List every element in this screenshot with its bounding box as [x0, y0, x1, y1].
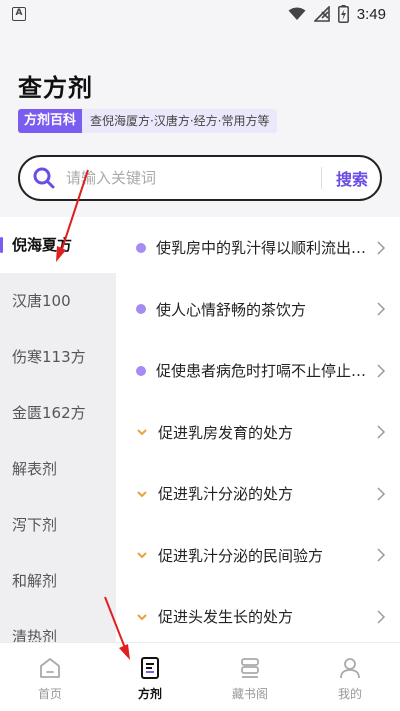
- sidebar-item-xiexia[interactable]: 泻下剂: [0, 497, 116, 553]
- wifi-icon: [288, 7, 306, 20]
- list-item[interactable]: 促使患者病危时打嗝不止停止的处方: [116, 340, 400, 402]
- content-area: 倪海夏方 汉唐100 伤寒113方 金匮162方 解表剂 泻下剂 和解剂 清热剂…: [0, 217, 400, 642]
- bookshelf-icon: [241, 658, 259, 678]
- list-item[interactable]: 促进头发生长的处方: [116, 586, 400, 642]
- list-item[interactable]: 促进乳房发育的处方: [116, 402, 400, 464]
- tab-home[interactable]: 首页: [0, 643, 100, 711]
- tagline-badge: 方剂百科: [18, 109, 83, 133]
- sidebar-item-jingui-162[interactable]: 金匮162方: [0, 385, 116, 441]
- chevron-right-icon: [377, 241, 386, 255]
- chevron-right-icon: [377, 425, 386, 439]
- list-item[interactable]: 促进乳汁分泌的处方: [116, 463, 400, 525]
- chevron-down-marker-icon: [137, 491, 147, 498]
- notification-icon: A: [12, 7, 26, 21]
- category-sidebar[interactable]: 倪海夏方 汉唐100 伤寒113方 金匮162方 解表剂 泻下剂 和解剂 清热剂: [0, 217, 116, 642]
- list-item-label: 促进乳汁分泌的民间验方: [158, 546, 324, 565]
- chevron-right-icon: [377, 364, 386, 378]
- list-item-label: 使人心情舒畅的茶饮方: [156, 300, 307, 319]
- dot-marker-icon: [136, 304, 146, 315]
- status-time: 3:49: [356, 5, 386, 23]
- chevron-right-icon: [377, 548, 386, 562]
- tab-home-label: 首页: [37, 687, 62, 701]
- sidebar-item-ni-haixia[interactable]: 倪海夏方: [0, 217, 116, 273]
- list-item-label: 促进乳汁分泌的处方: [158, 485, 294, 504]
- tab-profile-label: 我的: [337, 687, 362, 701]
- tab-profile[interactable]: 我的: [300, 643, 400, 711]
- search-button[interactable]: 搜索: [336, 166, 368, 190]
- chevron-down-marker-icon: [137, 614, 147, 621]
- list-item[interactable]: 使人心情舒畅的茶饮方: [116, 279, 400, 341]
- search-divider: [320, 167, 322, 189]
- list-item-label: 促使患者病危时打嗝不止停止的处方: [156, 362, 370, 381]
- prescription-list: 使乳房中的乳汁得以顺利流出的处方 使人心情舒畅的茶饮方 促使患者病危时打嗝不止停…: [116, 217, 400, 642]
- tab-prescriptions[interactable]: 方剂: [100, 643, 200, 711]
- search-bar[interactable]: 搜索: [18, 155, 382, 201]
- tab-library-label: 藏书阁: [231, 687, 268, 701]
- sidebar-item-hantang-100[interactable]: 汉唐100: [0, 273, 116, 329]
- battery-charging-icon: [337, 5, 349, 23]
- page-title: 查方剂: [18, 74, 93, 102]
- status-bar: A 3:49: [0, 0, 400, 28]
- sidebar-item-shanghan-113[interactable]: 伤寒113方: [0, 329, 116, 385]
- list-item-label: 使乳房中的乳汁得以顺利流出的处方: [156, 239, 370, 258]
- tab-library[interactable]: 藏书阁: [200, 643, 300, 711]
- tagline: 方剂百科 查倪海厦方·汉唐方·经方·常用方等: [18, 109, 278, 133]
- list-item-label: 促进头发生长的处方: [158, 608, 294, 627]
- tab-prescriptions-label: 方剂: [137, 687, 162, 701]
- profile-icon: [340, 658, 360, 679]
- home-icon: [40, 658, 60, 678]
- prescription-icon: [141, 657, 159, 679]
- chevron-down-marker-icon: [137, 552, 147, 559]
- chevron-down-marker-icon: [137, 429, 147, 436]
- search-input[interactable]: [66, 169, 313, 187]
- chevron-right-icon: [377, 487, 386, 501]
- list-item[interactable]: 使乳房中的乳汁得以顺利流出的处方: [116, 217, 400, 279]
- signal-off-icon: [313, 6, 330, 22]
- dot-marker-icon: [136, 365, 146, 376]
- dot-marker-icon: [136, 242, 146, 253]
- sidebar-item-hejie[interactable]: 和解剂: [0, 553, 116, 609]
- list-item-label: 促进乳房发育的处方: [158, 423, 294, 442]
- bottom-tab-bar: 首页 方剂 藏书阁 我的: [0, 642, 400, 711]
- sidebar-item-qingre[interactable]: 清热剂: [0, 609, 116, 642]
- sidebar-item-jiebiao[interactable]: 解表剂: [0, 441, 116, 497]
- tagline-text: 查倪海厦方·汉唐方·经方·常用方等: [82, 109, 278, 133]
- chevron-right-icon: [377, 302, 386, 316]
- chevron-right-icon: [377, 610, 386, 624]
- list-item[interactable]: 促进乳汁分泌的民间验方: [116, 525, 400, 587]
- search-icon: [33, 167, 55, 189]
